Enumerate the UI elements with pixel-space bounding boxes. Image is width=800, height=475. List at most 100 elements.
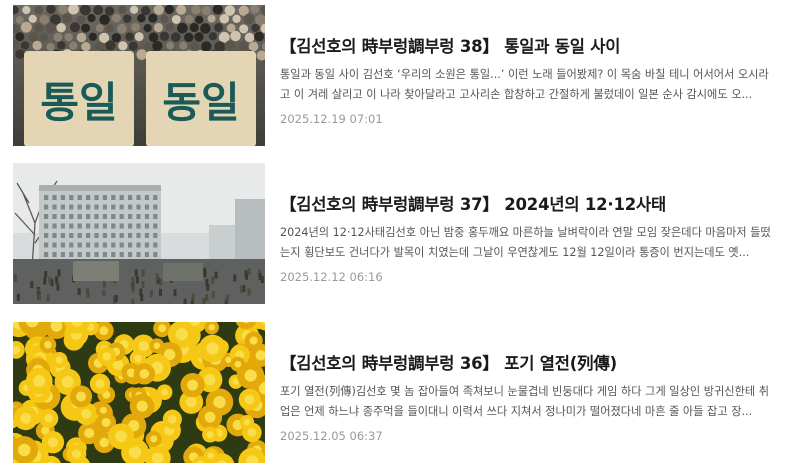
soldier-figure [77,288,81,296]
flower-center [139,369,150,379]
building-window [128,214,133,219]
building-window [60,252,65,257]
soldier-figure [102,280,106,288]
building-window [86,204,91,210]
building-window [69,195,74,200]
building-window [69,223,74,229]
crowd-head [76,32,87,43]
soldier-figure [44,270,48,278]
article-item[interactable]: 통일 동일 【김선호의 時부렁調부렁 38】 통일과 동일 사이 통일과 동일 … [0,5,800,150]
building-window [69,252,74,257]
flower-center [234,360,242,368]
soldier-figure [55,276,59,284]
building-window [153,204,158,210]
soldier-figure [86,288,90,296]
building-window [153,195,158,200]
crowd-head [207,14,216,23]
flower-center [247,428,257,437]
flower-center [99,326,109,336]
article-thumbnail[interactable]: 통일 동일 [13,5,265,146]
crowd-head [88,32,97,41]
crowd-head [93,5,104,16]
crowd-head [177,22,188,34]
crowd-head [111,33,122,43]
building-window [153,233,158,238]
article-item[interactable]: 【김선호의 時부렁調부렁 36】 포기 열전(列傳) 포기 열전(列傳)김선호 … [0,322,800,467]
building-window [94,233,99,238]
crowd-head [165,22,175,32]
crowd-head [130,22,141,32]
building-window [60,195,65,200]
building-window [119,223,124,229]
soldier-figure [131,285,135,293]
flower-center [206,431,214,439]
crowd-head [201,41,212,52]
building-window [44,195,49,200]
building-window [136,242,141,248]
crowd-head [87,13,96,23]
crowd-head [15,49,25,59]
flower-center [204,373,216,386]
article-item[interactable]: 【김선호의 時부렁調부렁 37】 2024년의 12·12사태 2024년의 1… [0,163,800,308]
flower-center [244,369,257,382]
crowd-head [125,32,135,42]
crowd-head [239,41,249,51]
building-window [102,195,107,200]
flower-center [115,430,127,443]
building-window [86,214,91,219]
building-window [52,242,57,248]
military-building-photo-icon [13,163,265,304]
soldier-figure [43,277,47,285]
crowd-head [224,40,236,52]
building-window [77,214,82,219]
building-window [102,242,107,248]
building-window [136,252,141,257]
article-thumbnail[interactable] [13,163,265,304]
soldier-figure [114,294,118,302]
building-window [136,195,141,200]
building-window [77,204,82,210]
building-window [136,223,141,229]
building-window [77,242,82,248]
soldier-figure [140,294,144,302]
article-thumbnail[interactable] [13,322,265,463]
article-title[interactable]: 【김선호의 時부렁調부렁 38】 통일과 동일 사이 [280,33,620,57]
building-window [128,242,133,248]
crowd-head [164,5,175,15]
building-window [144,195,149,200]
crowd-head [230,30,241,42]
flower-center [61,375,74,388]
article-title[interactable]: 【김선호의 時부렁調부렁 36】 포기 열전(列傳) [280,350,617,374]
crowd-head [184,14,194,24]
building-window [69,204,74,210]
building-window [136,204,141,210]
article-title[interactable]: 【김선호의 時부렁調부렁 37】 2024년의 12·12사태 [280,191,666,215]
crowd-head [39,32,49,42]
building-window [102,204,107,210]
crowd-head [129,5,139,14]
crowd-head [28,14,37,24]
building-window [77,195,82,200]
building-window [111,204,116,210]
flower-center [99,406,107,414]
crowd-head [148,32,159,43]
crowd-head [200,23,211,34]
crowd-head [20,21,32,33]
flower-center [101,417,111,427]
crowd-head [141,6,151,16]
crowd-head [53,32,63,42]
soldier-figure [131,276,135,284]
banner-text-right: 동일 [162,78,239,127]
crowd-head [104,6,115,16]
building-window [77,223,82,229]
soldier-figure [247,288,251,296]
crowd-head [224,5,236,16]
flower-center [136,400,148,412]
crowd-head [15,32,25,42]
flower-center [244,394,255,405]
building-window [94,242,99,248]
crowd-head [159,31,170,42]
building-window [52,233,57,238]
building-window [153,223,158,229]
building-window [136,214,141,219]
